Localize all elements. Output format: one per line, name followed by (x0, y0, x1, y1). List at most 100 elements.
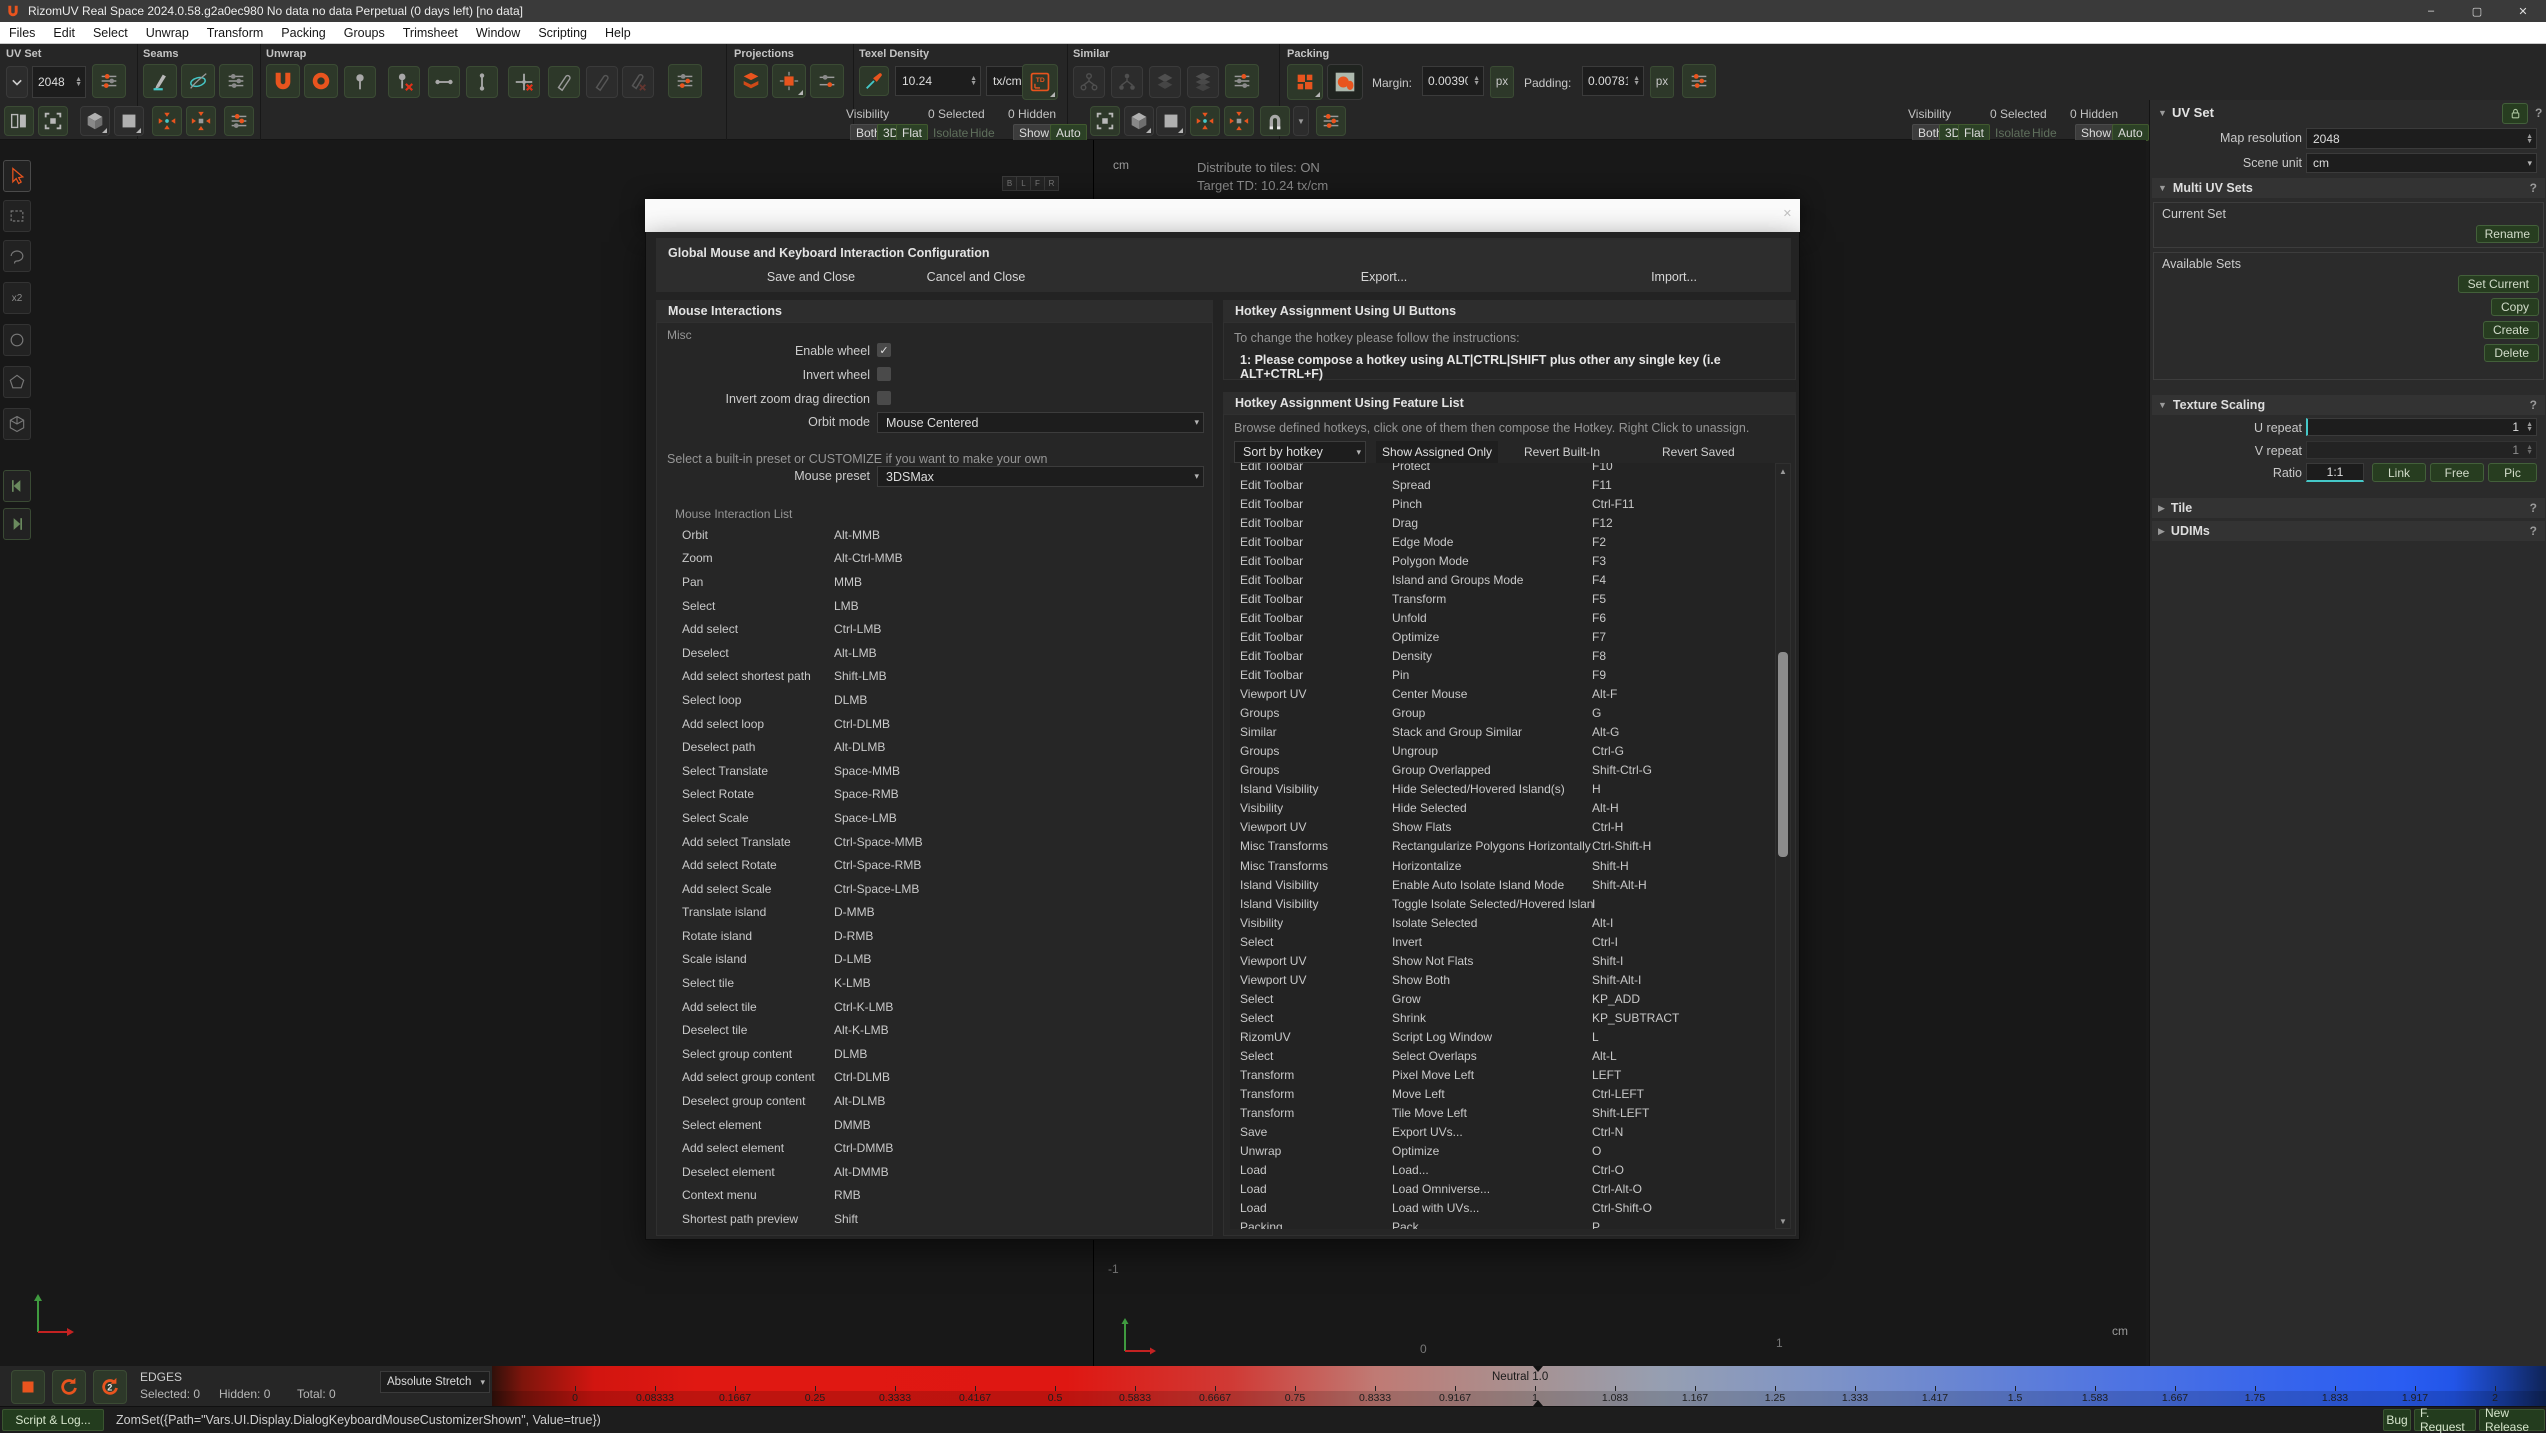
export-button[interactable]: Export... (1361, 270, 1408, 284)
udims-header[interactable]: ▶ UDIMs ? (2152, 521, 2545, 541)
scene-unit-dropdown[interactable]: cm ▾ (2306, 153, 2537, 173)
stepper-arrows-icon[interactable]: ▲▼ (967, 76, 980, 86)
uvset-chevron-button[interactable] (6, 66, 28, 98)
packing-options-button[interactable] (1682, 64, 1716, 98)
viewport-options-button[interactable] (224, 106, 254, 136)
lock-button[interactable] (2502, 103, 2528, 124)
map-resolution-stepper[interactable]: 2048 ▲▼ (2306, 128, 2537, 149)
bug-button[interactable]: Bug (2383, 1409, 2411, 1431)
nav-letter-b[interactable]: B (1002, 176, 1017, 191)
new-release-button[interactable]: New Release (2479, 1409, 2545, 1431)
hotkey-row[interactable]: Viewport UV Center Mouse Alt-F (1230, 685, 1775, 704)
save-and-close-button[interactable]: Save and Close (767, 270, 855, 284)
mouse-interaction-row[interactable]: Select element DMMB (657, 1113, 1212, 1137)
minimize-icon[interactable]: – (2408, 0, 2454, 22)
hotkey-row[interactable]: Groups Group Overlapped Shift-Ctrl-G (1230, 761, 1775, 780)
hotkey-row[interactable]: Island Visibility Toggle Isolate Selecte… (1230, 894, 1775, 913)
pack-islands-button[interactable] (1327, 64, 1363, 100)
next-step-button[interactable] (3, 508, 31, 540)
magnet-dropdown-button[interactable]: ▼ (1293, 106, 1309, 136)
similar-tree-button[interactable] (1073, 66, 1105, 98)
feature-request-button[interactable]: F. Request (2414, 1409, 2476, 1431)
show-assigned-only-toggle[interactable]: Show Assigned Only (1376, 441, 1498, 465)
uv-view-flat-button[interactable] (1156, 106, 1186, 136)
remove-constraint-button[interactable] (508, 66, 540, 98)
stop-button[interactable] (11, 1370, 45, 1404)
hotkey-row[interactable]: Edit Toolbar Protect F10 (1230, 463, 1775, 475)
seam-brush-button[interactable] (143, 64, 177, 98)
stack-group-similar-button[interactable] (1187, 66, 1219, 98)
menu-item[interactable]: Select (84, 26, 137, 40)
texel-density-stepper[interactable]: 10.24 ▲▼ (895, 66, 981, 96)
ratio-link-button[interactable]: Link (2372, 463, 2426, 482)
multi-uvsets-header[interactable]: ▼ Multi UV Sets ? (2152, 178, 2545, 198)
hotkey-row[interactable]: Edit Toolbar Pin F9 (1230, 666, 1775, 685)
v-repeat-stepper[interactable]: 1 ▲▼ (2306, 441, 2537, 459)
mouse-interaction-row[interactable]: Add select tile Ctrl-K-LMB (657, 995, 1212, 1019)
set-action-button[interactable]: Copy (2491, 298, 2539, 316)
script-log-button[interactable]: Script & Log... (2, 1409, 104, 1431)
multi-help-icon[interactable]: ? (2530, 181, 2537, 195)
mouse-interaction-row[interactable]: Add select group content Ctrl-DLMB (657, 1066, 1212, 1090)
uv-focus-island-button[interactable] (1224, 106, 1254, 136)
hotkey-row[interactable]: Load Load Omniverse... Ctrl-Alt-O (1230, 1180, 1775, 1199)
mouse-interaction-row[interactable]: Pan MMB (657, 570, 1212, 594)
uv-visibility-auto-button[interactable]: Auto (2112, 124, 2149, 141)
nav-letter-l[interactable]: L (1016, 176, 1031, 191)
flatten-projection-button[interactable] (734, 64, 768, 98)
mouse-interaction-row[interactable]: Add select Translate Ctrl-Space-MMB (657, 830, 1212, 854)
focus-island-button[interactable] (186, 106, 216, 136)
mouse-interaction-row[interactable]: Add select Scale Ctrl-Space-LMB (657, 877, 1212, 901)
close-icon[interactable]: ✕ (2500, 0, 2546, 22)
maximize-icon[interactable]: ▢ (2454, 0, 2500, 22)
hotkey-row[interactable]: Transform Tile Move Left Shift-LEFT (1230, 1104, 1775, 1123)
hotkey-row[interactable]: Edit Toolbar Optimize F7 (1230, 627, 1775, 646)
mouse-interaction-row[interactable]: Orbit Alt-MMB (657, 523, 1212, 547)
hotkey-row[interactable]: Island Visibility Hide Selected/Hovered … (1230, 780, 1775, 799)
unwrap-options-button[interactable] (668, 64, 702, 98)
hotkey-row[interactable]: Unwrap Optimize O (1230, 1142, 1775, 1161)
uv-visibility-show-button[interactable]: Show (2075, 124, 2117, 141)
view-flat-button[interactable] (114, 106, 144, 136)
hotkey-row[interactable]: Select Invert Ctrl-I (1230, 932, 1775, 951)
rename-button[interactable]: Rename (2476, 225, 2539, 243)
hotkey-row[interactable]: Viewport UV Show Both Shift-Alt-I (1230, 970, 1775, 989)
visibility-auto-button[interactable]: Auto (1050, 124, 1087, 141)
unweld-button[interactable] (622, 66, 654, 98)
unpin-button[interactable] (388, 66, 420, 98)
set-action-button[interactable]: Create (2483, 321, 2539, 339)
scroll-down-icon[interactable]: ▼ (1776, 1214, 1790, 1228)
enable-wheel-checkbox[interactable]: ✓ (877, 343, 891, 357)
tile-header[interactable]: ▶ Tile ? (2152, 498, 2545, 518)
focus-selection-button[interactable] (152, 106, 182, 136)
margin-stepper[interactable]: 0.00390 ▲▼ (1422, 66, 1484, 96)
uv-view-3d-button[interactable] (1124, 106, 1154, 136)
hotkey-row[interactable]: Edit Toolbar Transform F5 (1230, 589, 1775, 608)
menu-item[interactable]: Scripting (529, 26, 596, 40)
hotkey-row[interactable]: RizomUV Script Log Window L (1230, 1027, 1775, 1046)
seam-lasso-button[interactable] (181, 64, 215, 98)
mouse-interaction-row[interactable]: Select Scale Space-LMB (657, 806, 1212, 830)
menu-item[interactable]: Packing (272, 26, 334, 40)
mouse-interaction-row[interactable]: Select tile K-LMB (657, 971, 1212, 995)
pack-tiles-button[interactable] (1287, 64, 1323, 100)
mouse-interaction-row[interactable]: Select group content DLMB (657, 1042, 1212, 1066)
similar-options-button[interactable] (1225, 64, 1259, 98)
hotkey-row[interactable]: Edit Toolbar Island and Groups Mode F4 (1230, 570, 1775, 589)
hotkey-row[interactable]: Visibility Isolate Selected Alt-I (1230, 913, 1775, 932)
mouse-interaction-row[interactable]: Add select Ctrl-LMB (657, 617, 1212, 641)
stepper-arrows-icon[interactable]: ▲▼ (1630, 76, 1643, 86)
mouse-interaction-row[interactable]: Rotate island D-RMB (657, 924, 1212, 948)
mouse-interaction-row[interactable]: Select loop DLMB (657, 688, 1212, 712)
weld-all-button[interactable] (586, 66, 618, 98)
hotkey-row[interactable]: Viewport UV Show Flats Ctrl-H (1230, 818, 1775, 837)
sort-by-dropdown[interactable]: Sort by hotkey ▾ (1234, 441, 1366, 463)
menu-item[interactable]: Edit (44, 26, 84, 40)
projections-options-button[interactable] (810, 64, 844, 98)
hotkey-row[interactable]: Load Load with UVs... Ctrl-Shift-O (1230, 1199, 1775, 1218)
uvset-resolution-stepper[interactable]: 2048 ▲▼ (32, 66, 86, 98)
tile-help-icon[interactable]: ? (2530, 501, 2537, 515)
split-view-button[interactable] (4, 106, 34, 136)
hotkey-row[interactable]: Load Load... Ctrl-O (1230, 1161, 1775, 1180)
udims-help-icon[interactable]: ? (2530, 524, 2537, 538)
